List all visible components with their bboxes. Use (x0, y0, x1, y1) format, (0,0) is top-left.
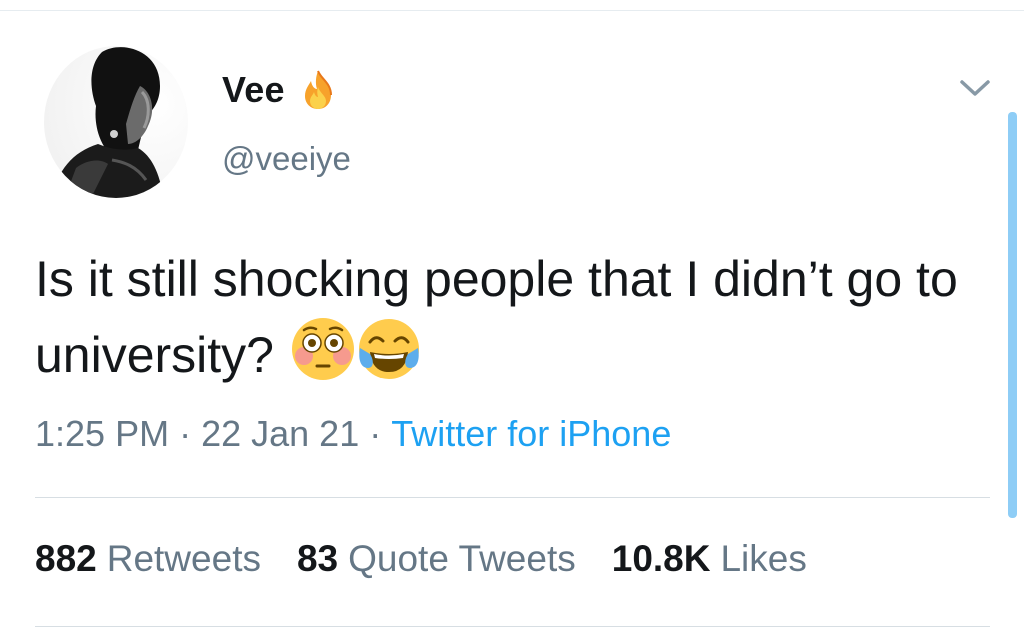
quotes-count: 83 (296, 538, 339, 579)
tears-of-joy-icon (359, 319, 419, 379)
tweet-text: Is it still shocking people that I didn’… (35, 243, 975, 392)
display-name[interactable]: Vee (222, 69, 285, 111)
engagement-stats: 882 Retweets 83 Quote Tweets 10.8K Likes (35, 538, 843, 580)
meta-separator: · (369, 413, 382, 454)
tweet-meta: 1:25 PM · 22 Jan 21 · Twitter for iPhone (35, 413, 671, 455)
retweets-label: Retweets (106, 538, 261, 579)
tweet-source-link[interactable]: Twitter for iPhone (391, 413, 671, 454)
chevron-down-icon[interactable] (958, 76, 992, 100)
likes-count: 10.8K (611, 538, 711, 579)
retweets-count: 882 (35, 538, 97, 579)
tweet-date[interactable]: 22 Jan 21 (201, 413, 359, 454)
scrollbar[interactable] (1008, 112, 1017, 518)
avatar[interactable] (42, 40, 192, 200)
quote-tweets-stat[interactable]: 83 Quote Tweets (297, 538, 576, 580)
retweets-stat[interactable]: 882 Retweets (35, 538, 261, 580)
flushed-face-icon (292, 318, 354, 380)
display-name-row[interactable]: Vee (222, 68, 339, 112)
quotes-label: Quote Tweets (348, 538, 576, 579)
likes-stat[interactable]: 10.8K Likes (612, 538, 807, 580)
tweet-time[interactable]: 1:25 PM (35, 413, 169, 454)
divider (35, 497, 990, 498)
meta-separator: · (179, 413, 192, 454)
divider (35, 626, 990, 627)
likes-label: Likes (720, 538, 807, 579)
top-divider (0, 10, 1024, 11)
tweet-body: Is it still shocking people that I didn’… (35, 251, 958, 383)
user-handle[interactable]: @veeiye (222, 140, 351, 178)
fire-icon (304, 70, 332, 109)
